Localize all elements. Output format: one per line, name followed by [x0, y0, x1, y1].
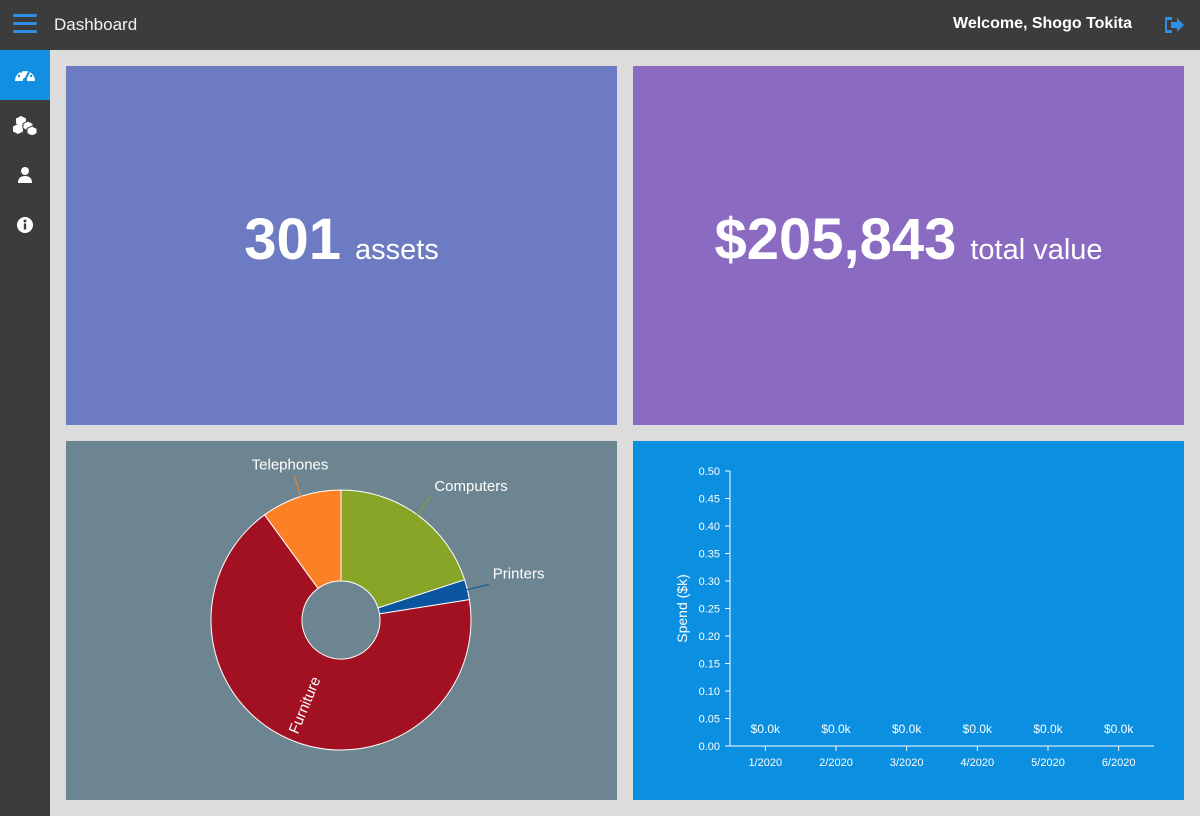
- dashboard-icon: [15, 68, 35, 83]
- x-tick-label: 3/2020: [890, 757, 924, 769]
- bar-data-label: $0.0k: [963, 722, 993, 736]
- pie-leader-line: [415, 496, 431, 517]
- boxes-icon: [13, 116, 37, 135]
- sidebar-item-dashboard[interactable]: [0, 50, 50, 100]
- pie-label-telephones: Telephones: [252, 456, 329, 473]
- hamburger-menu-icon[interactable]: [13, 14, 37, 34]
- x-tick-label: 6/2020: [1102, 757, 1136, 769]
- y-tick-label: 0.50: [699, 466, 720, 478]
- category-pie-card: Computers Printers Furniture Telephones: [66, 441, 617, 800]
- bar-data-label: $0.0k: [1104, 722, 1134, 736]
- bar-data-label: $0.0k: [1033, 722, 1063, 736]
- welcome-text: Welcome, Shogo Tokita: [953, 15, 1132, 32]
- pie-label-printers: Printers: [493, 566, 545, 583]
- sidebar-item-about[interactable]: [0, 200, 50, 250]
- assets-count: 301: [244, 207, 341, 272]
- y-tick-label: 0.30: [699, 576, 720, 588]
- total-value-label: total value: [970, 234, 1103, 266]
- y-tick-label: 0.10: [699, 686, 720, 698]
- y-tick-label: 0.20: [699, 631, 720, 643]
- pie-label-computers: Computers: [434, 478, 507, 495]
- total-value: $205,843: [714, 207, 957, 272]
- y-tick-label: 0.40: [699, 521, 720, 533]
- pie-leader-line: [293, 475, 302, 499]
- y-tick-label: 0.05: [699, 714, 720, 726]
- sidebar-item-assets[interactable]: [0, 100, 50, 150]
- info-icon: [17, 217, 33, 233]
- logout-icon[interactable]: [1162, 13, 1186, 37]
- bar-data-label: $0.0k: [821, 722, 851, 736]
- y-tick-label: 0.00: [699, 741, 720, 753]
- x-tick-label: 4/2020: [961, 757, 995, 769]
- y-tick-label: 0.45: [699, 494, 720, 506]
- page-title: Dashboard: [54, 15, 138, 34]
- category-donut-chart: ComputersPrintersFurnitureTelephones: [210, 456, 545, 751]
- assets-label: assets: [354, 234, 439, 266]
- x-tick-label: 1/2020: [749, 757, 783, 769]
- sidebar-item-users[interactable]: [0, 150, 50, 200]
- pie-leader-line: [465, 584, 489, 591]
- sidebar: [0, 50, 50, 816]
- y-tick-label: 0.15: [699, 659, 720, 671]
- bar-data-label: $0.0k: [751, 722, 781, 736]
- x-tick-label: 2/2020: [819, 757, 853, 769]
- user-icon: [18, 167, 32, 183]
- y-tick-label: 0.35: [699, 549, 720, 561]
- assets-count-card: 301 assets: [66, 66, 617, 425]
- y-tick-label: 0.25: [699, 604, 720, 616]
- spend-bar-chart: 0.00 0.05 0.10 0.15 0.20 0.25 0.30 0.35 0.40 0.45…: [674, 466, 1154, 769]
- bar-data-label: $0.0k: [892, 722, 922, 736]
- y-axis-label: Spend ($k): [674, 574, 690, 642]
- x-tick-label: 5/2020: [1031, 757, 1065, 769]
- spend-chart-card: 0.00 0.05 0.10 0.15 0.20 0.25 0.30 0.35 0.40 0.45…: [633, 441, 1184, 800]
- total-value-card: $205,843 total value: [633, 66, 1184, 425]
- top-bar: Dashboard Welcome, Shogo Tokita: [0, 0, 1200, 50]
